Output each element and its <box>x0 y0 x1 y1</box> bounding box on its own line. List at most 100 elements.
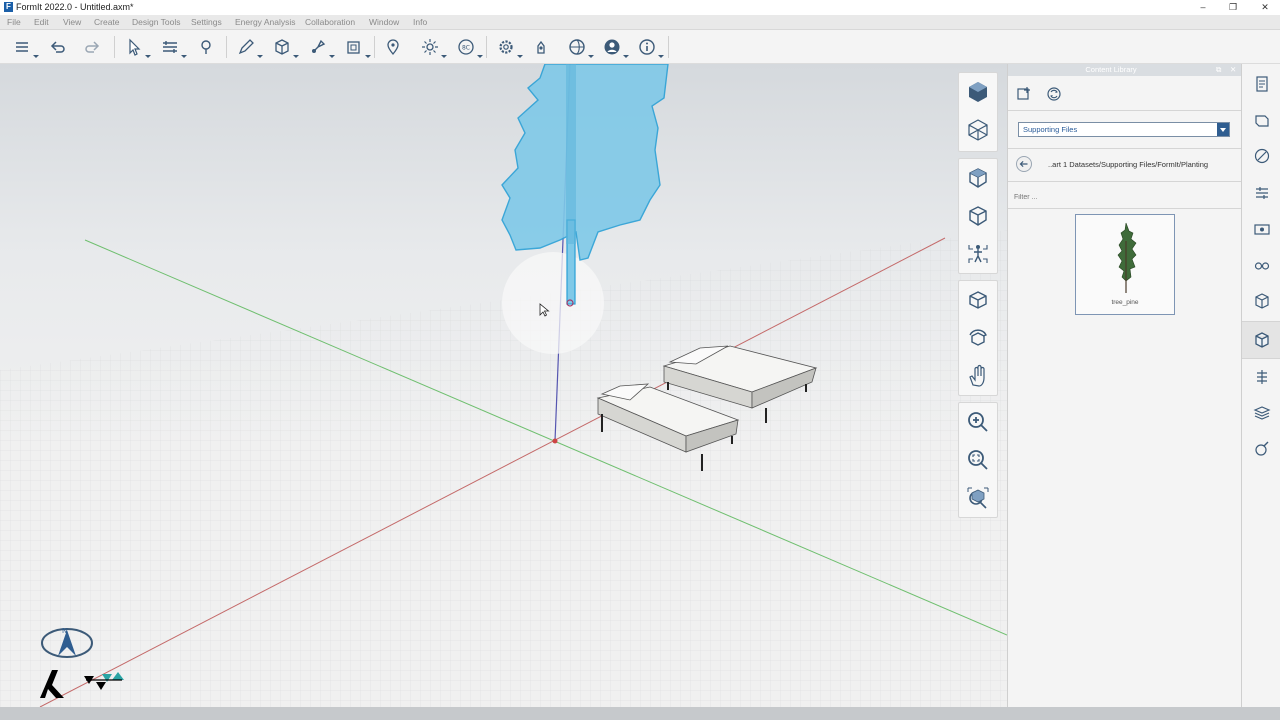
sidebar-content-library-icon[interactable] <box>1251 329 1273 351</box>
partner-logo-icon <box>84 672 124 690</box>
walk-view-icon[interactable] <box>959 235 997 273</box>
zoom-window-icon[interactable] <box>959 441 997 479</box>
info-icon[interactable] <box>635 35 664 59</box>
menu-file[interactable]: File <box>7 17 21 27</box>
tile-label: tree_pine <box>1111 299 1139 306</box>
menu-info[interactable]: Info <box>413 17 427 27</box>
panel-divider <box>1008 148 1242 149</box>
sidebar-materials-icon[interactable] <box>1251 109 1273 131</box>
menu-settings[interactable]: Settings <box>191 17 222 27</box>
origin-point <box>552 438 558 444</box>
menu-window[interactable]: Window <box>369 17 399 27</box>
layers-icon[interactable] <box>10 35 39 59</box>
right-sidebar <box>1241 64 1280 707</box>
sidebar-groups-icon[interactable] <box>1251 290 1273 312</box>
paint-icon[interactable] <box>194 35 218 59</box>
window-title: FormIt 2022.0 - Untitled.axm* <box>16 2 134 12</box>
settings-icon[interactable] <box>494 35 523 59</box>
location-icon[interactable] <box>381 35 405 59</box>
menu-collaboration[interactable]: Collaboration <box>305 17 355 27</box>
view-mode-group <box>958 158 998 274</box>
panel-divider <box>1008 181 1242 182</box>
shaded-view-icon[interactable] <box>959 159 997 197</box>
content-library-panel: Content Library ⧉ ✕ Supporting Files ..a… <box>1007 64 1242 707</box>
orbit-icon[interactable] <box>959 281 997 319</box>
look-around-icon[interactable] <box>959 319 997 357</box>
draw-icon[interactable] <box>234 35 263 59</box>
compass-icon[interactable]: N <box>40 624 96 660</box>
menu-bar: File Edit View Create Design Tools Setti… <box>0 15 1280 30</box>
toolbar-divider <box>114 36 115 58</box>
sun-icon[interactable] <box>418 35 447 59</box>
menu-create[interactable]: Create <box>94 17 120 27</box>
tools-icon[interactable] <box>306 35 335 59</box>
restore-button[interactable]: ❐ <box>1218 0 1248 15</box>
toolbar-divider <box>486 36 487 58</box>
select-icon[interactable] <box>122 35 151 59</box>
panel-divider <box>1008 110 1242 111</box>
toolbar: 8C <box>0 30 1280 64</box>
toolbar-divider <box>668 36 669 58</box>
sidebar-stack-icon[interactable] <box>1251 402 1273 424</box>
status-bar <box>0 707 1280 720</box>
account-icon[interactable] <box>600 35 629 59</box>
close-button[interactable]: ✕ <box>1250 0 1280 15</box>
snap-highlight <box>502 252 604 354</box>
refresh-icon <box>1047 87 1061 101</box>
undock-icon[interactable]: ⧉ <box>1216 65 1221 75</box>
view-cube-group <box>958 72 998 152</box>
sidebar-scenes-icon[interactable] <box>1251 218 1273 240</box>
pan-hand-icon[interactable] <box>959 357 997 395</box>
toolbar-divider <box>374 36 375 58</box>
scenes-icon[interactable]: 8C <box>454 35 483 59</box>
toolbar-divider <box>226 36 227 58</box>
content-tile-tree-pine[interactable]: tree_pine <box>1075 214 1175 315</box>
chevron-down-icon[interactable] <box>1217 123 1229 136</box>
zoom-in-icon[interactable] <box>959 403 997 441</box>
tree-thumbnail-icon <box>1117 222 1137 293</box>
close-panel-icon[interactable]: ✕ <box>1230 65 1236 74</box>
menu-design-tools[interactable]: Design Tools <box>132 17 181 27</box>
hidden-line-view-icon[interactable] <box>959 197 997 235</box>
redo-icon[interactable] <box>80 35 104 59</box>
sidebar-sketch-icon[interactable] <box>1251 145 1273 167</box>
dynamo-icon[interactable] <box>529 35 553 59</box>
align-icon[interactable] <box>158 35 187 59</box>
sidebar-properties-icon[interactable] <box>1251 73 1273 95</box>
svg-text:8C: 8C <box>462 45 470 52</box>
back-arrow-button[interactable] <box>1016 156 1032 172</box>
library-dropdown[interactable]: Supporting Files <box>1018 122 1230 137</box>
add-content-button[interactable] <box>1014 84 1034 104</box>
refresh-button[interactable] <box>1044 84 1064 104</box>
menu-view[interactable]: View <box>63 17 81 27</box>
sidebar-levels-icon[interactable] <box>1251 182 1273 204</box>
sidebar-layers-icon[interactable] <box>1251 366 1273 388</box>
panel-title: Content Library <box>1085 65 1137 74</box>
minimize-button[interactable]: – <box>1188 0 1218 15</box>
menu-energy-analysis[interactable]: Energy Analysis <box>235 17 295 27</box>
share-icon[interactable] <box>565 35 594 59</box>
back-arrow-icon <box>1019 160 1028 168</box>
title-bar: F FormIt 2022.0 - Untitled.axm* – ❐ ✕ <box>0 0 1280 15</box>
menu-edit[interactable]: Edit <box>34 17 49 27</box>
scene-canvas[interactable] <box>0 64 1007 707</box>
undo-icon[interactable] <box>46 35 70 59</box>
filter-input[interactable] <box>1014 190 1236 204</box>
sidebar-plugins-icon[interactable] <box>1251 438 1273 460</box>
autodesk-logo-icon <box>40 670 64 698</box>
primitive-icon[interactable] <box>270 35 299 59</box>
sidebar-visual-styles-icon[interactable] <box>1251 254 1273 276</box>
zoom-extents-icon[interactable] <box>959 479 997 517</box>
panel-divider <box>1008 208 1242 209</box>
3d-viewport[interactable]: N <box>0 64 1007 707</box>
folder-path: ..art 1 Datasets/Supporting Files/FormIt… <box>1048 160 1209 169</box>
orbit-group <box>958 280 998 396</box>
library-dropdown-value: Supporting Files <box>1023 125 1078 134</box>
panel-header: Content Library ⧉ ✕ <box>1008 64 1242 76</box>
formit-logo-icon: F <box>4 2 13 12</box>
add-folder-icon <box>1017 87 1030 100</box>
zoom-group <box>958 402 998 518</box>
group-icon[interactable] <box>342 35 371 59</box>
perspective-view-icon[interactable] <box>959 73 997 111</box>
axonometric-view-icon[interactable] <box>959 111 997 149</box>
